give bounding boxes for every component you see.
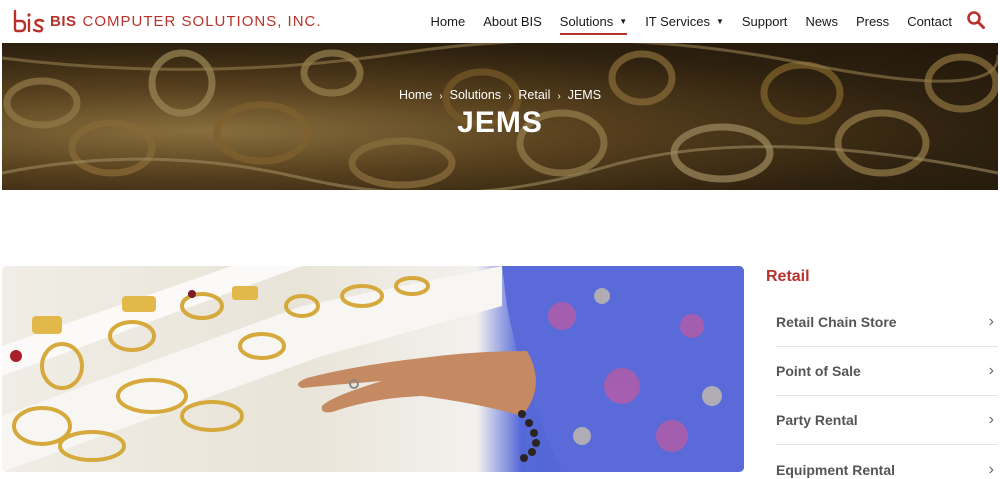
nav-contact[interactable]: Contact <box>907 0 952 43</box>
hero-banner: Home › Solutions › Retail › JEMS JEMS <box>2 43 998 190</box>
nav-support[interactable]: Support <box>742 0 788 43</box>
breadcrumb: Home › Solutions › Retail › JEMS <box>2 88 998 102</box>
sidebar-item-equipment-rental[interactable]: Equipment Rental › <box>776 445 998 479</box>
search-icon[interactable] <box>966 10 986 30</box>
breadcrumb-solutions[interactable]: Solutions <box>450 88 501 102</box>
sidebar-item-label: Equipment Rental <box>776 461 896 478</box>
nav-contact-label: Contact <box>907 14 952 29</box>
nav-press-label: Press <box>855 14 890 29</box>
nav-news-label: News <box>805 14 838 29</box>
nav-it-services-label: IT Services <box>645 14 710 29</box>
nav-support-label: Support <box>741 14 788 29</box>
site-header: BIS COMPUTER SOLUTIONS, INC. Home About … <box>0 0 1000 43</box>
sidebar-item-retail-chain-store[interactable]: Retail Chain Store › <box>776 298 998 347</box>
nav-home[interactable]: Home <box>431 0 466 43</box>
chevron-right-icon: › <box>988 411 994 428</box>
chevron-down-icon: ▼ <box>619 17 628 26</box>
bis-logo-icon <box>13 9 45 33</box>
chevron-right-icon: › <box>988 362 994 379</box>
brand-name-bold: BIS <box>50 12 77 30</box>
nav-it-services[interactable]: IT Services ▼ <box>645 0 724 43</box>
sidebar-menu: Retail Chain Store › Point of Sale › Par… <box>776 298 998 479</box>
nav-about-label: About BIS <box>483 14 542 29</box>
chevron-right-icon: › <box>439 91 443 102</box>
jewelry-showcase-illustration <box>2 266 744 472</box>
breadcrumb-retail[interactable]: Retail <box>518 88 550 102</box>
nav-solutions-label: Solutions <box>559 14 614 29</box>
nav-solutions[interactable]: Solutions ▼ <box>559 0 628 43</box>
breadcrumb-current: JEMS <box>567 88 602 102</box>
sidebar-title: Retail <box>766 268 810 285</box>
chevron-right-icon: › <box>508 91 512 102</box>
sidebar-item-label: Point of Sale <box>776 363 861 379</box>
chevron-right-icon: › <box>557 91 561 102</box>
sidebar-item-label: Party Rental <box>776 412 858 428</box>
sidebar-item-party-rental[interactable]: Party Rental › <box>776 396 998 445</box>
brand-name: COMPUTER SOLUTIONS, INC. <box>82 12 322 30</box>
sidebar-item-point-of-sale[interactable]: Point of Sale › <box>776 347 998 396</box>
nav-home-label: Home <box>430 14 466 29</box>
brand-logo[interactable]: BIS COMPUTER SOLUTIONS, INC. <box>12 7 322 35</box>
page-title: JEMS <box>457 106 543 139</box>
sidebar-item-label: Retail Chain Store <box>776 314 897 330</box>
breadcrumb-home[interactable]: Home <box>399 88 432 102</box>
jewelry-display-image <box>2 266 744 472</box>
nav-press[interactable]: Press <box>856 0 889 43</box>
nav-news[interactable]: News <box>805 0 838 43</box>
chevron-right-icon: › <box>988 460 994 478</box>
nav-about[interactable]: About BIS <box>483 0 542 43</box>
main-nav: Home About BIS Solutions ▼ IT Services ▼ S… <box>413 0 952 43</box>
chevron-right-icon: › <box>988 313 994 330</box>
chevron-down-icon: ▼ <box>715 17 724 26</box>
